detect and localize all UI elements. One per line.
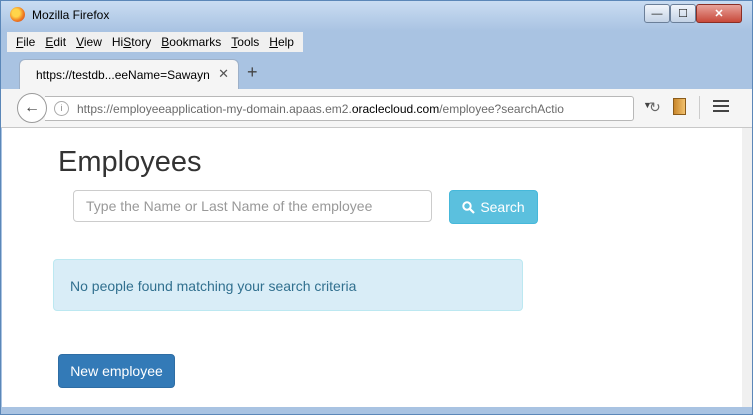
minimize-button[interactable]: — [644, 4, 670, 23]
tab-strip: https://testdb...eeName=Sawayn ✕ + [1, 53, 752, 90]
url-text[interactable]: https://employeeapplication-my-domain.ap… [77, 102, 577, 116]
menu-file[interactable]: File [11, 32, 40, 52]
page-content: Employees Search No people found matchin… [2, 128, 742, 407]
close-tab-icon[interactable]: ✕ [218, 66, 229, 82]
firefox-logo-icon [10, 7, 25, 22]
menu-tools[interactable]: Tools [226, 32, 264, 52]
bookmarks-icon[interactable] [673, 98, 686, 115]
info-icon[interactable]: i [54, 101, 69, 116]
chevron-down-icon[interactable]: ▼ [643, 100, 652, 110]
search-button[interactable]: Search [449, 190, 538, 224]
page-title: Employees [58, 146, 202, 178]
title-bar: Mozilla Firefox — ☐ ✕ [1, 1, 752, 31]
navigation-bar: i https://employeeapplication-my-domain.… [1, 89, 752, 128]
menu-history[interactable]: HiStory [107, 32, 156, 52]
search-button-label: Search [480, 199, 525, 215]
window-title: Mozilla Firefox [32, 8, 110, 22]
menu-hamburger-icon[interactable] [713, 100, 729, 115]
alert-message: No people found matching your search cri… [70, 278, 357, 294]
new-tab-icon[interactable]: + [247, 63, 258, 81]
no-results-alert: No people found matching your search cri… [53, 259, 523, 311]
menu-bookmarks[interactable]: Bookmarks [156, 32, 226, 52]
window-bottom-edge [1, 407, 752, 414]
new-employee-button[interactable]: New employee [58, 354, 175, 388]
menu-view[interactable]: View [71, 32, 107, 52]
browser-window: Mozilla Firefox — ☐ ✕ File Edit View HiS… [0, 0, 753, 415]
window-right-edge [742, 128, 752, 407]
back-button[interactable]: ← [17, 93, 47, 123]
search-icon [462, 200, 476, 214]
tab-employees[interactable]: https://testdb...eeName=Sawayn ✕ [19, 59, 239, 90]
maximize-button[interactable]: ☐ [670, 4, 696, 23]
menu-edit[interactable]: Edit [40, 32, 71, 52]
search-input[interactable] [73, 190, 432, 222]
menu-help[interactable]: Help [264, 32, 299, 52]
address-bar[interactable]: i https://employeeapplication-my-domain.… [45, 96, 661, 121]
toolbar-separator [699, 96, 700, 119]
tab-title: https://testdb...eeName=Sawayn [36, 68, 210, 82]
close-window-button[interactable]: ✕ [696, 4, 742, 23]
menu-bar: File Edit View HiStory Bookmarks Tools H… [7, 32, 303, 52]
